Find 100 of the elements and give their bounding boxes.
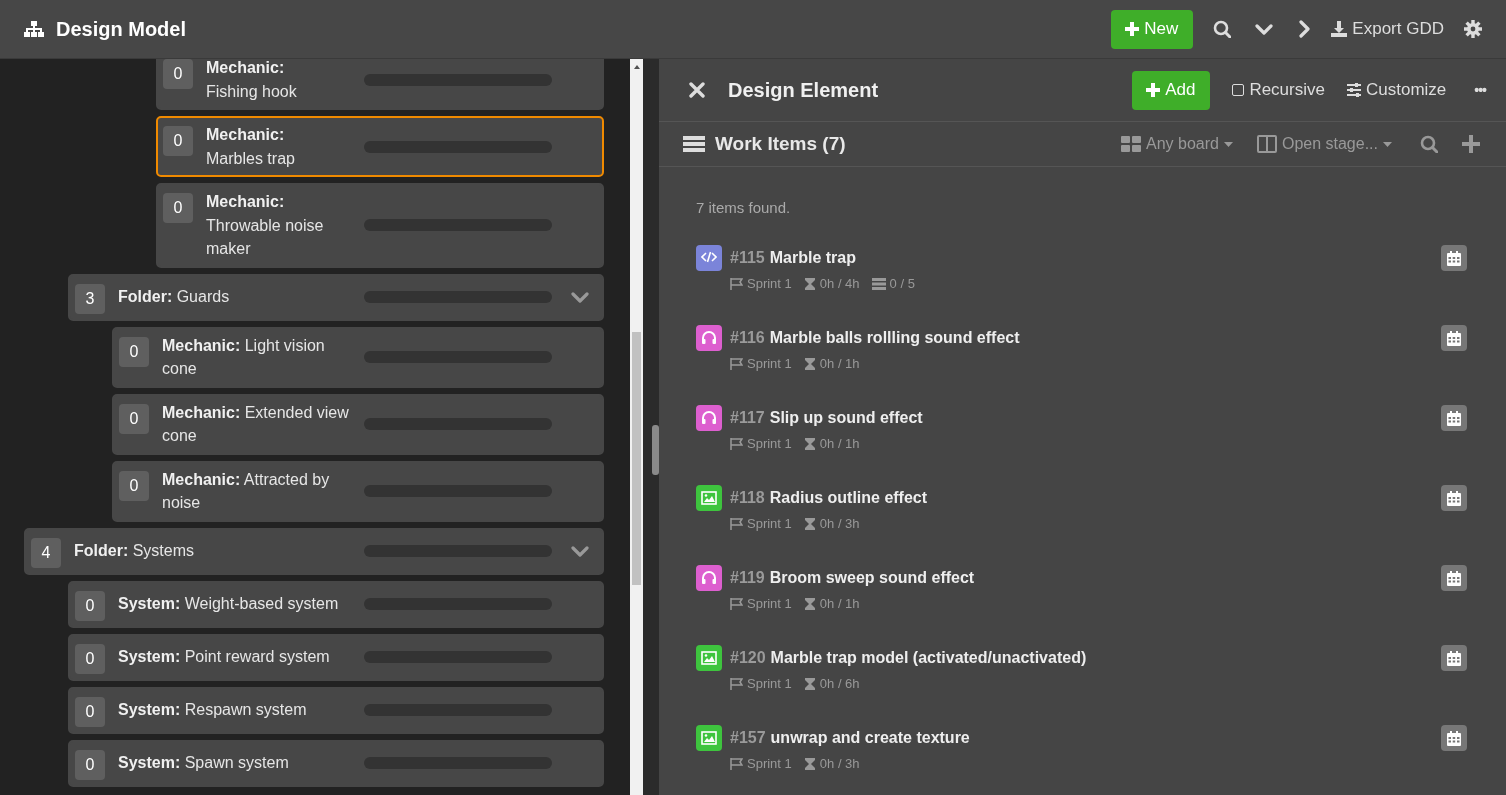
calendar-button[interactable]: [1441, 485, 1467, 511]
calendar-icon: [1447, 490, 1461, 506]
item-title[interactable]: Marble trap model (activated/unactivated): [770, 649, 1087, 667]
grid-icon: [1121, 136, 1141, 152]
more-button[interactable]: •••: [1466, 78, 1494, 102]
card-label: Mechanic: Fishing hook: [206, 59, 298, 102]
download-icon: [1331, 21, 1348, 37]
item-number: #119: [730, 569, 765, 587]
count-badge: 0: [75, 749, 105, 780]
item-title[interactable]: Broom sweep sound effect: [769, 569, 975, 587]
hourglass-icon: [803, 677, 816, 690]
hourglass-icon: [803, 357, 816, 370]
card-label: Mechanic: Throwable noise maker: [206, 192, 325, 259]
element-card[interactable]: 0 System: Weight-based system: [68, 580, 604, 628]
count-badge: 0: [119, 403, 149, 434]
count-badge: 0: [163, 59, 193, 89]
element-card[interactable]: 0 System: Spawn system: [68, 739, 604, 787]
element-card[interactable]: 0 Mechanic: Fishing hook: [156, 59, 604, 110]
flag-icon: [730, 756, 743, 771]
customize-button[interactable]: Customize: [1338, 76, 1455, 104]
recursive-checkbox[interactable]: Recursive: [1224, 76, 1333, 104]
sliders-icon: [1346, 83, 1361, 97]
scrollbar[interactable]: [630, 59, 643, 795]
hourglass-icon: [803, 437, 816, 450]
plus-icon[interactable]: [1462, 135, 1480, 153]
calendar-button[interactable]: [1441, 405, 1467, 431]
count-badge: 0: [75, 643, 105, 674]
time-estimate: 0h / 3h: [819, 756, 860, 771]
hourglass-icon: [803, 757, 816, 770]
chevron-down-icon[interactable]: [571, 544, 589, 558]
element-card[interactable]: 0 Mechanic: Marbles trap: [156, 116, 604, 177]
caret-icon: [1223, 141, 1233, 147]
image-icon: [701, 490, 717, 506]
flag-icon: [730, 596, 743, 611]
element-card[interactable]: 0 System: Respawn system: [68, 686, 604, 734]
chevron-right-icon[interactable]: [1297, 20, 1312, 38]
sprint-label: Sprint 1: [747, 356, 792, 371]
scroll-up-icon[interactable]: [633, 65, 640, 69]
count-badge: 0: [163, 126, 193, 156]
time-estimate: 0h / 3h: [819, 516, 860, 531]
calendar-button[interactable]: [1441, 565, 1467, 591]
folder-card[interactable]: 4 Folder: Systems: [24, 527, 604, 575]
card-label: System: Spawn system: [118, 753, 290, 774]
item-number: #118: [730, 489, 765, 507]
element-card[interactable]: 0 Mechanic: Extended view cone: [112, 393, 604, 455]
plus-icon: [1146, 83, 1161, 97]
hourglass-icon: [803, 517, 816, 530]
columns-icon: [1256, 135, 1277, 153]
panel-title: Design Element: [728, 78, 879, 102]
flag-icon: [730, 276, 743, 291]
element-card[interactable]: 0 Mechanic: Light vision cone: [112, 326, 604, 388]
task-count: 0 / 5: [889, 276, 915, 291]
card-label: Mechanic: Attracted by noise: [162, 469, 331, 513]
calendar-icon: [1447, 250, 1461, 266]
list-icon: [683, 136, 705, 152]
calendar-button[interactable]: [1441, 645, 1467, 671]
calendar-button[interactable]: [1441, 325, 1467, 351]
chevron-down-icon[interactable]: [1255, 22, 1274, 36]
card-label: Mechanic: Light vision cone: [162, 335, 326, 379]
hourglass-icon: [803, 597, 816, 610]
element-card[interactable]: 0 System: Point reward system: [68, 633, 604, 681]
image-icon: [701, 730, 717, 746]
element-card[interactable]: 0 Mechanic: Throwable noise maker: [156, 183, 604, 268]
calendar-button[interactable]: [1441, 245, 1467, 271]
result-count: 7 items found.: [696, 199, 792, 216]
chevron-down-icon[interactable]: [571, 290, 589, 304]
caret-icon: [1383, 141, 1392, 147]
search-icon[interactable]: [1420, 135, 1438, 153]
plus-icon: [1125, 22, 1140, 36]
hourglass-icon: [803, 277, 816, 290]
count-badge: 0: [163, 193, 193, 223]
sitemap-icon: [24, 21, 44, 37]
calendar-icon: [1447, 570, 1461, 586]
sprint-label: Sprint 1: [747, 276, 792, 291]
count-badge: 4: [31, 537, 61, 568]
headphones-icon: [701, 570, 717, 586]
calendar-icon: [1447, 330, 1461, 346]
count-badge: 0: [119, 336, 149, 367]
item-title[interactable]: Marble trap: [769, 249, 856, 267]
card-label: System: Point reward system: [118, 647, 331, 668]
element-card[interactable]: 0 Mechanic: Attracted by noise: [112, 460, 604, 522]
item-title[interactable]: Marble balls rollling sound effect: [769, 329, 1020, 347]
card-label: Mechanic: Extended view cone: [162, 402, 350, 446]
item-title[interactable]: Slip up sound effect: [769, 409, 923, 427]
item-title[interactable]: unwrap and create texture: [770, 729, 970, 747]
item-number: #116: [730, 329, 765, 347]
close-icon[interactable]: [689, 82, 705, 98]
splitter-handle[interactable]: [652, 424, 659, 475]
settings-icon[interactable]: [1464, 20, 1482, 38]
time-estimate: 0h / 4h: [819, 276, 860, 291]
image-icon: [701, 650, 717, 666]
calendar-button[interactable]: [1441, 725, 1467, 751]
item-title[interactable]: Radius outline effect: [769, 489, 928, 507]
sprint-label: Sprint 1: [747, 596, 792, 611]
export-button[interactable]: Export GDD: [1323, 15, 1452, 43]
time-estimate: 0h / 6h: [819, 676, 860, 691]
scrollbar-thumb[interactable]: [632, 332, 641, 585]
search-icon[interactable]: [1213, 20, 1232, 38]
count-badge: 0: [119, 470, 149, 501]
folder-card[interactable]: 3 Folder: Guards: [68, 273, 604, 321]
